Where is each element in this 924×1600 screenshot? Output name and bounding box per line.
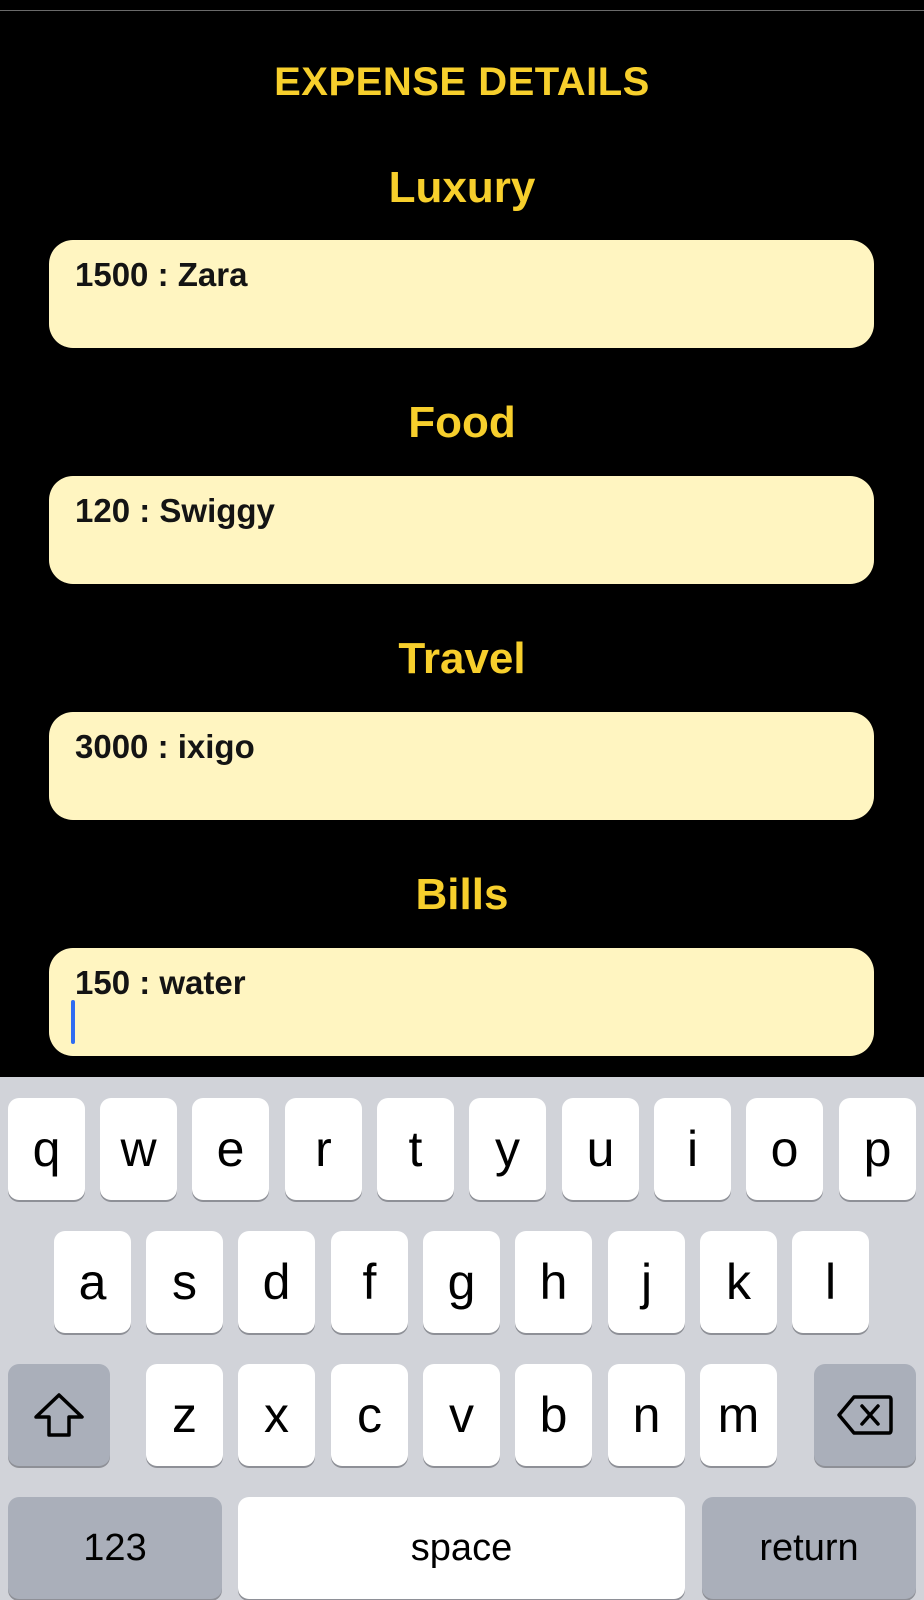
key-h[interactable]: h <box>515 1231 592 1333</box>
key-o[interactable]: o <box>746 1098 823 1200</box>
expense-field-food[interactable]: 120 : Swiggy <box>49 476 874 584</box>
key-e[interactable]: e <box>192 1098 269 1200</box>
delete-key[interactable] <box>814 1364 916 1466</box>
key-b[interactable]: b <box>515 1364 592 1466</box>
category-label-bills: Bills <box>415 870 509 919</box>
key-a[interactable]: a <box>54 1231 131 1333</box>
key-v[interactable]: v <box>423 1364 500 1466</box>
key-q[interactable]: q <box>8 1098 85 1200</box>
key-c[interactable]: c <box>331 1364 408 1466</box>
key-g[interactable]: g <box>423 1231 500 1333</box>
shift-arrow-icon <box>32 1392 86 1438</box>
category-label-travel: Travel <box>398 634 526 683</box>
key-d[interactable]: d <box>238 1231 315 1333</box>
key-y[interactable]: y <box>469 1098 546 1200</box>
key-r[interactable]: r <box>285 1098 362 1200</box>
space-key[interactable]: space <box>238 1497 685 1599</box>
expense-field-text: 1500 : Zara <box>75 256 248 293</box>
expense-field-luxury[interactable]: 1500 : Zara <box>49 240 874 348</box>
expense-field-text: 120 : Swiggy <box>75 492 275 529</box>
key-p[interactable]: p <box>839 1098 916 1200</box>
expense-field-travel[interactable]: 3000 : ixigo <box>49 712 874 820</box>
category-label-luxury: Luxury <box>388 163 536 212</box>
return-key[interactable]: return <box>702 1497 916 1599</box>
key-l[interactable]: l <box>792 1231 869 1333</box>
key-j[interactable]: j <box>608 1231 685 1333</box>
key-i[interactable]: i <box>654 1098 731 1200</box>
key-t[interactable]: t <box>377 1098 454 1200</box>
category-label-food: Food <box>408 398 516 447</box>
key-n[interactable]: n <box>608 1364 685 1466</box>
key-m[interactable]: m <box>700 1364 777 1466</box>
key-x[interactable]: x <box>238 1364 315 1466</box>
expense-field-bills[interactable]: 150 : water <box>49 948 874 1056</box>
numbers-key[interactable]: 123 <box>8 1497 222 1599</box>
key-f[interactable]: f <box>331 1231 408 1333</box>
onscreen-keyboard: q w e r t y u i o p a s d f g h j k l z … <box>0 1077 924 1600</box>
backspace-icon <box>836 1393 894 1437</box>
expense-field-text: 150 : water <box>75 964 246 1001</box>
shift-key[interactable] <box>8 1364 110 1466</box>
expense-field-text: 3000 : ixigo <box>75 728 255 765</box>
key-w[interactable]: w <box>100 1098 177 1200</box>
text-cursor <box>71 1000 75 1044</box>
key-k[interactable]: k <box>700 1231 777 1333</box>
page-title: EXPENSE DETAILS <box>274 60 650 104</box>
key-z[interactable]: z <box>146 1364 223 1466</box>
key-u[interactable]: u <box>562 1098 639 1200</box>
top-divider <box>0 10 924 11</box>
key-s[interactable]: s <box>146 1231 223 1333</box>
